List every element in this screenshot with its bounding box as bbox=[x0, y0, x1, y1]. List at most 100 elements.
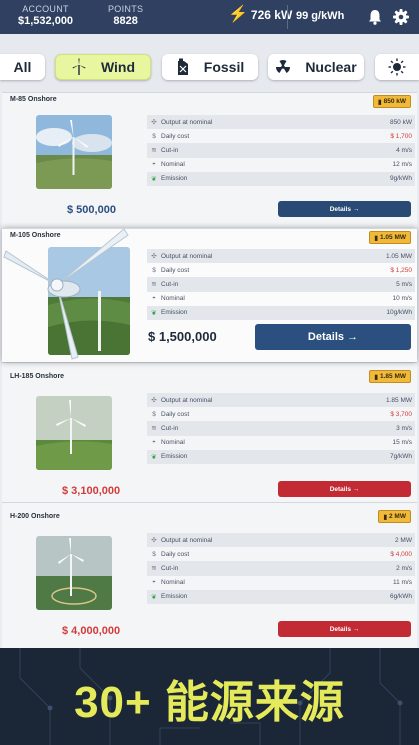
turbine-small-icon: ✣ bbox=[151, 253, 157, 261]
bell-icon[interactable] bbox=[366, 8, 384, 26]
generator-name: LH-185 Onshore bbox=[10, 373, 65, 380]
spec-value: 1.85 MW bbox=[385, 396, 412, 404]
spec-row-emission: ❦ Emission 6g/kWh bbox=[147, 589, 415, 604]
leaf-icon: ❦ bbox=[151, 309, 157, 317]
generator-name: M-85 Onshore bbox=[10, 96, 57, 103]
battery-icon: ▮ bbox=[378, 98, 382, 106]
spec-value: $ 4,000 bbox=[390, 550, 412, 558]
dollar-icon: $ bbox=[152, 266, 156, 274]
spec-label: Cut-in bbox=[161, 146, 179, 154]
wind-icon: ≋ bbox=[151, 425, 157, 433]
sun-icon bbox=[388, 58, 406, 76]
details-button[interactable]: Details → bbox=[278, 201, 411, 217]
divider bbox=[287, 5, 288, 29]
spec-table: ✣ Output at nominal 850 kW $ Daily cost $ 1,… bbox=[147, 115, 415, 186]
spec-value: 2 m/s bbox=[396, 564, 412, 572]
leaf-icon: ❦ bbox=[151, 175, 157, 183]
battery-icon: ▮ bbox=[374, 234, 378, 242]
spec-label: Emission bbox=[161, 453, 188, 461]
spec-label: Daily cost bbox=[161, 550, 190, 558]
details-button[interactable]: Details → bbox=[255, 324, 411, 350]
gauge-icon: ◓ bbox=[152, 161, 156, 169]
capacity-badge: ▮ 850 kW bbox=[373, 95, 411, 108]
spec-row-nominal: ◓ Nominal 15 m/s bbox=[147, 436, 415, 450]
spec-label: Cut-in bbox=[161, 564, 179, 572]
tab-solar[interactable] bbox=[375, 54, 419, 80]
tab-wind[interactable]: Wind bbox=[55, 54, 151, 80]
badge-text: 2 MW bbox=[389, 513, 406, 520]
tab-fossil[interactable]: Fossil bbox=[162, 54, 258, 80]
gauge-icon: ◓ bbox=[152, 439, 156, 447]
spec-label: Cut-in bbox=[161, 424, 179, 432]
fuel-can-icon bbox=[177, 58, 188, 75]
generator-card-selected: M-105 Onshore ▮ 1.05 MW ✣ Output at nomina… bbox=[2, 228, 417, 362]
spec-value: 9g/kWh bbox=[389, 175, 412, 183]
spec-label: Daily cost bbox=[161, 410, 190, 418]
spec-row-cutin: ≋ Cut-in 3 m/s bbox=[147, 421, 415, 436]
generator-name: H-200 Onshore bbox=[10, 513, 60, 520]
spec-value: 10g/kWh bbox=[386, 309, 412, 317]
points-label: POINTS bbox=[108, 4, 144, 14]
spec-label: Emission bbox=[161, 175, 188, 183]
spec-label: Daily cost bbox=[161, 132, 190, 140]
leaf-icon: ❦ bbox=[151, 453, 157, 461]
top-status-bar: ACCOUNT $1,532,000 POINTS 8828 ⚡ 726 kW … bbox=[0, 0, 419, 34]
badge-text: 1.85 MW bbox=[379, 373, 406, 380]
dollar-icon: $ bbox=[152, 410, 156, 418]
gauge-icon: ◓ bbox=[152, 295, 156, 303]
account-value: $1,532,000 bbox=[18, 15, 74, 27]
purchase-price: $ 500,000 bbox=[67, 204, 116, 216]
spec-label: Output at nominal bbox=[161, 396, 213, 404]
bolt-icon: ⚡ bbox=[228, 6, 248, 23]
account-label: ACCOUNT bbox=[22, 4, 69, 14]
spec-value: 4 m/s bbox=[396, 146, 412, 154]
category-tabs: All Wind Fossil Nuclear bbox=[0, 34, 419, 92]
gauge-icon: ◓ bbox=[152, 579, 156, 587]
spec-label: Output at nominal bbox=[161, 536, 213, 544]
power-readout: ⚡ 726 kW bbox=[228, 6, 292, 23]
spec-value: 5 m/s bbox=[396, 280, 412, 288]
wind-turbine-icon bbox=[72, 58, 86, 75]
turbine-small-icon: ✣ bbox=[151, 537, 157, 545]
spec-label: Cut-in bbox=[161, 280, 179, 288]
radiation-icon bbox=[276, 60, 291, 73]
spec-row-cutin: ≋ Cut-in 4 m/s bbox=[147, 143, 415, 158]
generator-card: LH-185 Onshore ▮ 1.85 MW ✣ Output at nomin… bbox=[2, 362, 417, 502]
spec-value: 15 m/s bbox=[392, 439, 412, 447]
turbine-small-icon: ✣ bbox=[151, 119, 157, 127]
capacity-badge: ▮ 1.85 MW bbox=[369, 370, 411, 383]
spec-row-output: ✣ Output at nominal 1.85 MW bbox=[147, 393, 415, 408]
generator-card: H-200 Onshore ▮ 2 MW ✣ Output at nominal 2 … bbox=[2, 502, 417, 648]
details-button[interactable]: Details → bbox=[278, 481, 411, 497]
spec-label: Emission bbox=[161, 309, 188, 317]
tab-all[interactable]: All bbox=[0, 54, 45, 80]
points-stat: POINTS 8828 bbox=[108, 4, 143, 27]
account-stat: ACCOUNT $1,532,000 bbox=[18, 4, 73, 27]
spec-row-output: ✣ Output at nominal 850 kW bbox=[147, 115, 415, 130]
tab-nuclear[interactable]: Nuclear bbox=[268, 54, 364, 80]
turbine-blades-graphic bbox=[3, 228, 129, 360]
spec-value: $ 1,250 bbox=[390, 266, 412, 274]
gear-icon[interactable] bbox=[392, 8, 410, 26]
spec-label: Emission bbox=[161, 593, 188, 601]
spec-row-cost: $ Daily cost $ 1,700 bbox=[147, 129, 415, 143]
spec-value: $ 1,700 bbox=[390, 132, 412, 140]
spec-table: ✣ Output at nominal 1.85 MW $ Daily cost $ 3… bbox=[147, 393, 415, 464]
details-button[interactable]: Details → bbox=[278, 621, 411, 637]
spec-value: 6g/kWh bbox=[389, 593, 412, 601]
wind-turbine-image bbox=[36, 115, 112, 189]
spec-row-cost: $ Daily cost $ 3,700 bbox=[147, 407, 415, 421]
spec-label: Output at nominal bbox=[161, 118, 213, 126]
wind-icon: ≋ bbox=[151, 565, 157, 573]
wind-turbine-image bbox=[36, 396, 112, 470]
spec-label: Daily cost bbox=[161, 266, 190, 274]
points-value: 8828 bbox=[113, 15, 138, 27]
badge-text: 1.05 MW bbox=[379, 234, 406, 241]
spec-value: 7g/kWh bbox=[389, 453, 412, 461]
spec-label: Nominal bbox=[161, 295, 185, 303]
spec-table: ✣ Output at nominal 1.05 MW $ Daily cost $ 1… bbox=[147, 249, 415, 320]
wind-turbine-image bbox=[36, 536, 112, 610]
spec-row-cost: $ Daily cost $ 4,000 bbox=[147, 547, 415, 561]
spec-value: 3 m/s bbox=[396, 424, 412, 432]
generator-list[interactable]: M-85 Onshore ▮ 850 kW ✣ Output at nominal 8… bbox=[0, 92, 419, 648]
